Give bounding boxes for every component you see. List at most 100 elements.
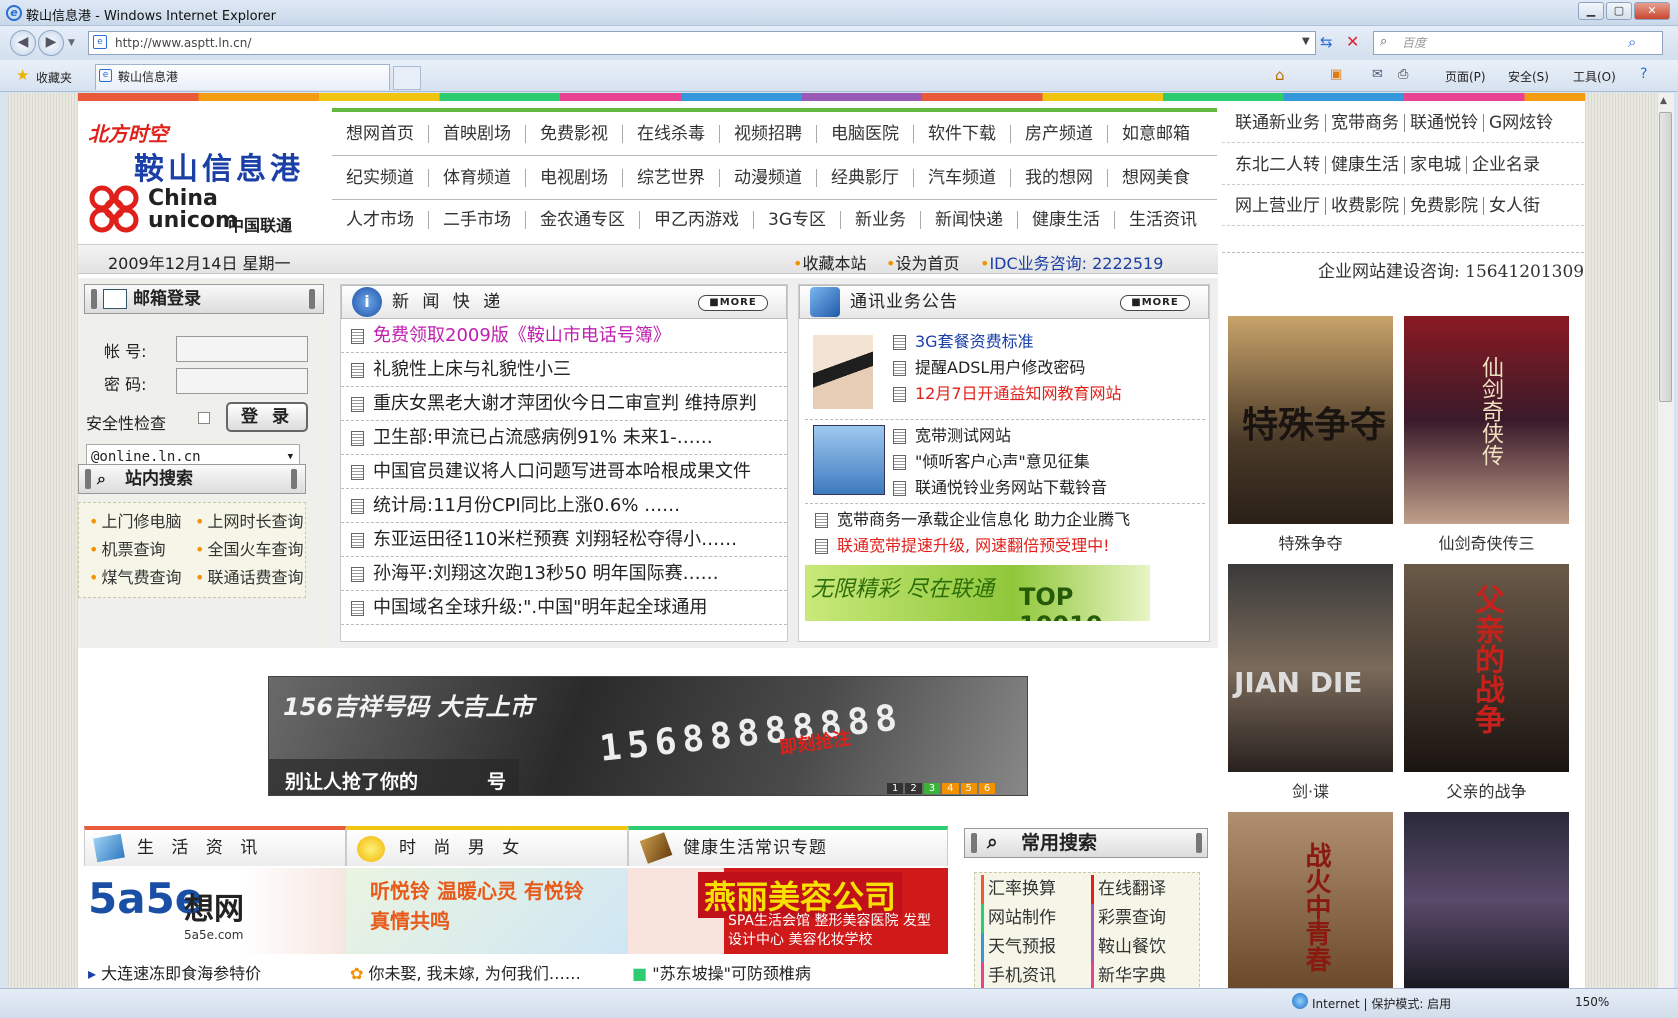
tools-menu[interactable]: 工具(O) (1573, 68, 1616, 85)
number-promo-banner[interactable]: 156吉祥号码 大吉上市 15688888888 即刻抢注 别让人抢了你的 号 … (268, 676, 1028, 796)
nav-link[interactable]: 如意邮箱 (1108, 125, 1204, 143)
back-button[interactable]: ◀ (10, 30, 36, 56)
ringtone-ad[interactable]: 听悦铃 温暖心灵 有悦铃 真情共鸣 (346, 868, 628, 954)
nav-link[interactable]: 二手市场 (429, 211, 526, 229)
zoom-level[interactable]: 150% (1575, 995, 1609, 1009)
news-item[interactable]: 孙海平:刘翔这次跑13秒50 明年国际赛…… (341, 557, 787, 591)
favorites-button[interactable]: 收藏夹 (36, 69, 72, 86)
safety-menu[interactable]: 安全(S) (1508, 68, 1549, 85)
nav-link[interactable]: 体育频道 (429, 168, 526, 187)
search-link[interactable]: • 上门修电脑 (89, 507, 181, 536)
maximize-button[interactable]: ▢ (1606, 2, 1632, 20)
nav-link[interactable]: 3G专区 (754, 211, 841, 229)
movie-poster[interactable]: 父亲的战争 (1404, 564, 1569, 772)
refresh-icon[interactable]: ⇆ (1320, 33, 1333, 51)
right-nav-link[interactable]: 企业名录 (1467, 156, 1545, 174)
search-link[interactable]: • 上网时长查询 (195, 507, 303, 536)
nav-link[interactable]: 我的想网 (1011, 168, 1108, 187)
news-item[interactable]: 礼貌性上床与礼貌性小三 (341, 353, 787, 387)
announcement-item[interactable]: 12月7日开通益知网教育网站 (891, 381, 1122, 407)
pager-item[interactable]: 3 (923, 783, 941, 794)
news-item[interactable]: 卫生部:甲流已占流感病例91% 未来1-…… (341, 421, 787, 455)
right-nav-link[interactable]: 联通新业务 (1230, 113, 1326, 132)
right-nav-link[interactable]: 网上营业厅 (1230, 196, 1326, 215)
security-checkbox[interactable] (198, 412, 210, 424)
search-link[interactable]: • 全国火车查询 (195, 535, 303, 564)
nav-link[interactable]: 综艺世界 (623, 168, 720, 187)
pager-item[interactable]: 1 (887, 783, 904, 794)
news-item[interactable]: 统计局:11月份CPI同比上涨0.6% …… (341, 489, 787, 523)
forward-button[interactable]: ▶ (38, 30, 64, 56)
login-button[interactable]: 登 录 (226, 402, 308, 432)
bookmark-link[interactable]: •收藏本站 (793, 250, 866, 274)
search-input[interactable]: 百度 (1373, 31, 1663, 55)
right-nav-link[interactable]: 联通悦铃 (1405, 113, 1484, 132)
nav-link[interactable]: 人才市场 (332, 211, 429, 229)
search-go-icon[interactable]: ⌕ (1628, 33, 1636, 51)
scroll-up-icon[interactable]: ▲ (1660, 96, 1667, 106)
nav-link[interactable]: 甲乙丙游戏 (640, 211, 754, 229)
movie-title[interactable]: 特殊争夺 (1228, 530, 1393, 554)
nav-link[interactable]: 汽车频道 (914, 168, 1011, 187)
right-nav-link[interactable]: 免费影院 (1405, 196, 1484, 215)
new-tab-button[interactable] (393, 66, 421, 90)
movie-title[interactable]: 仙剑奇侠传三 (1404, 530, 1569, 554)
right-nav-link[interactable]: 东北二人转 (1230, 155, 1326, 174)
right-nav-link[interactable]: G网炫铃 (1484, 114, 1558, 132)
common-search-link[interactable]: 天气预报 (981, 933, 1056, 962)
nav-link[interactable]: 电视剧场 (526, 168, 623, 187)
common-search-link[interactable]: 手机资讯 (981, 962, 1056, 991)
nav-link[interactable]: 纪实频道 (332, 168, 429, 187)
nav-link[interactable]: 首映剧场 (429, 124, 526, 143)
search-link[interactable]: • 机票查询 (89, 535, 165, 564)
xiangwang-ad[interactable]: 5a5e 想网 5a5e.com (84, 868, 346, 954)
news-more-button[interactable]: ■MORE (698, 295, 768, 311)
movie-poster[interactable]: JIAN DIE (1228, 564, 1393, 772)
announcement-item[interactable]: 3G套餐资费标准 (891, 329, 1122, 355)
pager-item[interactable]: 4 (942, 783, 959, 794)
address-input[interactable]: http://www.asptt.ln.cn/ (88, 31, 1316, 55)
movie-poster[interactable]: 仙剑奇侠传 (1404, 316, 1569, 524)
feeds-icon[interactable]: ▣ (1330, 67, 1342, 82)
right-nav-link[interactable]: 宽带商务 (1326, 113, 1405, 132)
announcement-more-button[interactable]: ■MORE (1120, 295, 1190, 311)
address-dropdown-icon[interactable]: ▼ (1302, 36, 1310, 47)
tab-asptt[interactable]: 鞍山信息港 (95, 64, 390, 90)
movie-poster[interactable]: 特殊争夺 (1228, 316, 1393, 524)
pager-item[interactable]: 6 (978, 783, 996, 794)
pager-item[interactable]: 5 (960, 783, 977, 794)
history-dropdown-icon[interactable]: ▼ (68, 38, 75, 48)
announcement-item[interactable]: 宽带测试网站 (891, 423, 1107, 449)
nav-link[interactable]: 电脑医院 (817, 124, 914, 143)
life-info-header[interactable]: 生 活 资 讯 (84, 826, 346, 866)
news-item[interactable]: 东亚运田径110米栏预赛 刘翔轻松夺得小…… (341, 523, 787, 557)
life-info-item[interactable]: ▸ 大连速冻即食海参特价 (88, 960, 261, 984)
site-logo[interactable]: 北方时空 鞍山信息港 China unicom 中国联通 (78, 110, 328, 245)
nav-link[interactable]: 新闻快递 (921, 211, 1018, 229)
nav-link[interactable]: 生活资讯 (1115, 211, 1211, 229)
beauty-ad[interactable]: 燕丽美容公司 SPA生活会馆 整形美容医院 发型设计中心 美容化妆学校 (628, 868, 948, 954)
nav-link[interactable]: 想网首页 (332, 124, 429, 143)
right-nav-link[interactable]: 女人街 (1484, 197, 1545, 215)
nav-link[interactable]: 免费影视 (526, 124, 623, 143)
fashion-header[interactable]: 时 尚 男 女 (346, 826, 628, 866)
nav-link[interactable]: 动漫频道 (720, 168, 817, 187)
nav-link[interactable]: 经典影厅 (817, 168, 914, 187)
nav-link[interactable]: 想网美食 (1108, 169, 1204, 187)
nav-link[interactable]: 软件下载 (914, 124, 1011, 143)
idc-consult-link[interactable]: •IDC业务咨询: 2222519 (980, 250, 1163, 274)
scrollbar-thumb[interactable] (1659, 112, 1672, 402)
home-icon[interactable]: ⌂ (1275, 66, 1285, 84)
account-input[interactable] (176, 336, 308, 362)
right-nav-link[interactable]: 健康生活 (1326, 155, 1405, 174)
common-search-link[interactable]: 彩票查询 (1091, 904, 1166, 933)
right-nav-link[interactable]: 家电城 (1405, 155, 1467, 174)
set-homepage-link[interactable]: •设为首页 (886, 250, 959, 274)
mail-icon[interactable]: ✉ (1372, 67, 1383, 82)
nav-link[interactable]: 房产频道 (1011, 124, 1108, 143)
announcement-item[interactable]: 提醒ADSL用户修改密码 (891, 355, 1122, 381)
pager-item[interactable]: 2 (905, 783, 922, 794)
favorites-star-icon[interactable]: ★ (16, 66, 29, 84)
nav-link[interactable]: 健康生活 (1018, 211, 1115, 229)
search-link[interactable]: • 煤气费查询 (89, 563, 181, 592)
